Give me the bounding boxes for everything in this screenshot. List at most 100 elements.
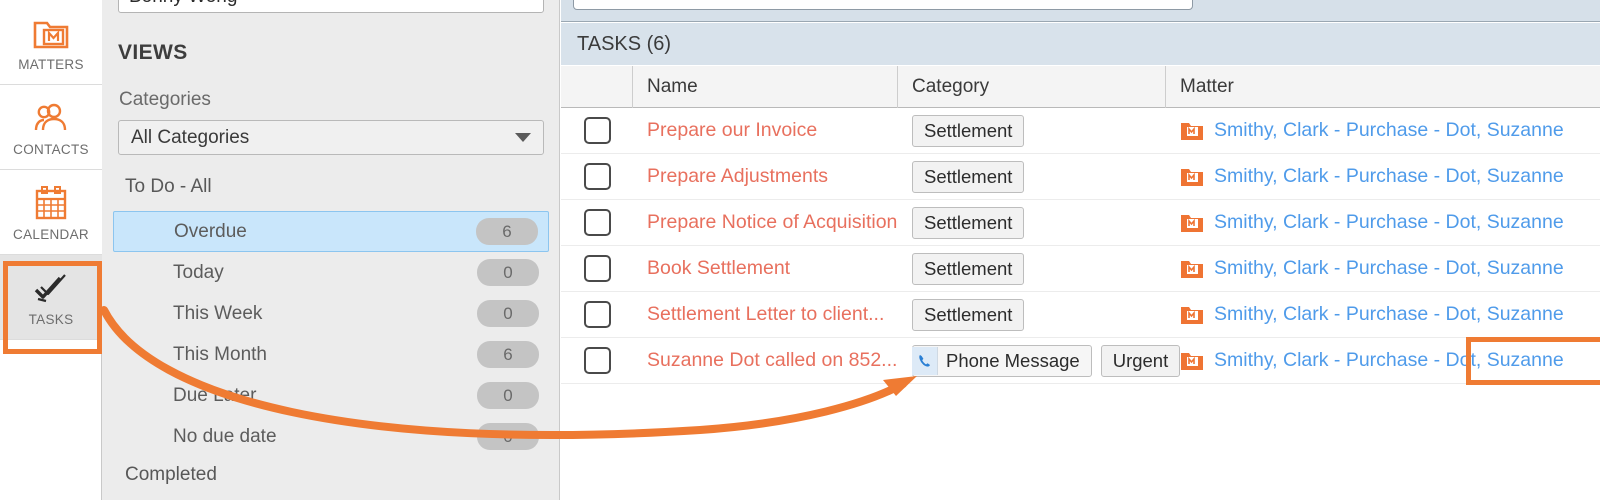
table-row[interactable]: Prepare Adjustments Settlement Smithy, C… bbox=[561, 154, 1600, 200]
phone-icon bbox=[912, 346, 938, 375]
matter-folder-icon bbox=[1181, 352, 1203, 370]
task-name-link[interactable]: Prepare our Invoice bbox=[647, 119, 817, 142]
table-row[interactable]: Prepare Notice of Acquisition Settlement… bbox=[561, 200, 1600, 246]
column-header-select[interactable] bbox=[561, 65, 633, 108]
view-item-label: Due Later bbox=[173, 384, 257, 406]
view-item-due-later[interactable]: Due Later 0 bbox=[113, 375, 549, 416]
category-badge[interactable]: Settlement bbox=[912, 298, 1025, 331]
row-category-cell: Settlement bbox=[898, 154, 1166, 200]
view-item-today[interactable]: Today 0 bbox=[113, 252, 549, 293]
matter-link[interactable]: Smithy, Clark - Purchase - Dot, Suzanne bbox=[1214, 119, 1564, 142]
row-select-cell bbox=[561, 154, 633, 200]
row-select-cell bbox=[561, 108, 633, 154]
category-badge[interactable]: Settlement bbox=[912, 160, 1025, 193]
row-matter-cell: Smithy, Clark - Purchase - Dot, Suzanne bbox=[1166, 246, 1600, 292]
row-name-cell: Settlement Letter to client... bbox=[633, 292, 898, 338]
row-checkbox[interactable] bbox=[583, 117, 611, 144]
task-name-link[interactable]: Prepare Notice of Acquisition bbox=[647, 211, 897, 234]
row-checkbox[interactable] bbox=[583, 255, 611, 282]
matters-folder-icon bbox=[33, 21, 69, 48]
rail-item-label: TASKS bbox=[28, 311, 74, 327]
chevron-down-icon: ▼ bbox=[522, 0, 533, 3]
table-row[interactable]: Prepare our Invoice Settlement Smithy, C… bbox=[561, 108, 1600, 154]
column-header-matter[interactable]: Matter bbox=[1166, 66, 1600, 108]
view-item-overdue[interactable]: Overdue 6 bbox=[113, 211, 549, 252]
task-name-link[interactable]: Prepare Adjustments bbox=[647, 165, 828, 188]
row-select-cell bbox=[561, 338, 633, 384]
row-category-cell: Settlement bbox=[898, 292, 1166, 338]
matter-link[interactable]: Smithy, Clark - Purchase - Dot, Suzanne bbox=[1214, 165, 1564, 188]
tasks-top-strip bbox=[561, 0, 1600, 22]
row-name-cell: Prepare our Invoice bbox=[633, 108, 898, 154]
rail-item-calendar[interactable]: CALENDAR bbox=[0, 170, 102, 255]
task-name-link[interactable]: Suzanne Dot called on 852... bbox=[647, 349, 897, 372]
completed-group-header: Completed bbox=[125, 464, 217, 485]
rail-item-contacts[interactable]: CONTACTS bbox=[0, 85, 102, 170]
views-list: Overdue 6 Today 0 This Week 0 This Month… bbox=[102, 211, 560, 457]
row-checkbox[interactable] bbox=[583, 347, 611, 374]
row-category-cell: Settlement bbox=[898, 200, 1166, 246]
category-badge[interactable]: Settlement bbox=[912, 114, 1025, 147]
column-header-category[interactable]: Category bbox=[898, 65, 1166, 108]
contacts-people-icon bbox=[34, 103, 67, 130]
view-item-no-due-date[interactable]: No due date 0 bbox=[113, 416, 549, 457]
row-category-cell: Phone Message Urgent bbox=[898, 338, 1181, 384]
view-item-count: 0 bbox=[477, 300, 539, 327]
table-row[interactable]: Book Settlement Settlement Smithy, Clark… bbox=[561, 246, 1600, 292]
categories-label: Categories bbox=[119, 89, 211, 110]
rail-item-label: MATTERS bbox=[18, 56, 84, 72]
row-checkbox[interactable] bbox=[583, 301, 611, 328]
rail-item-matters[interactable]: MATTERS bbox=[0, 0, 102, 85]
row-name-cell: Prepare Adjustments bbox=[633, 154, 898, 200]
view-item-label: This Month bbox=[173, 343, 267, 365]
view-item-label: No due date bbox=[173, 425, 277, 447]
view-item-this-month[interactable]: This Month 6 bbox=[113, 334, 549, 375]
row-matter-cell: Smithy, Clark - Purchase - Dot, Suzanne bbox=[1166, 108, 1600, 154]
user-select-dropdown[interactable]: Bonny Wong ▼ bbox=[118, 0, 544, 13]
phone-message-badge[interactable]: Phone Message bbox=[912, 344, 1092, 377]
view-item-label: Overdue bbox=[174, 220, 247, 242]
view-item-label: This Week bbox=[173, 302, 263, 324]
view-item-count: 6 bbox=[476, 218, 538, 245]
row-select-cell bbox=[561, 246, 633, 292]
view-item-label: Today bbox=[173, 261, 224, 283]
tasks-panel: TASKS (6) Name Category Matter Prepare o… bbox=[561, 0, 1600, 500]
view-item-count: 0 bbox=[477, 423, 539, 450]
user-select-value: Bonny Wong bbox=[129, 0, 237, 8]
tasks-search-input[interactable] bbox=[573, 0, 1193, 10]
row-matter-cell: Smithy, Clark - Purchase - Dot, Suzanne bbox=[1166, 338, 1600, 384]
matter-folder-icon bbox=[1181, 214, 1203, 232]
matter-link[interactable]: Smithy, Clark - Purchase - Dot, Suzanne bbox=[1214, 257, 1564, 280]
row-matter-cell: Smithy, Clark - Purchase - Dot, Suzanne bbox=[1166, 154, 1600, 200]
matter-folder-icon bbox=[1181, 122, 1203, 140]
task-name-link[interactable]: Settlement Letter to client... bbox=[647, 303, 884, 326]
phone-message-badge-label: Phone Message bbox=[946, 349, 1080, 371]
matter-link[interactable]: Smithy, Clark - Purchase - Dot, Suzanne bbox=[1214, 349, 1564, 372]
row-checkbox[interactable] bbox=[583, 209, 611, 236]
tasks-header-bar: TASKS (6) bbox=[561, 23, 1600, 65]
row-name-cell: Book Settlement bbox=[633, 246, 898, 292]
matter-link[interactable]: Smithy, Clark - Purchase - Dot, Suzanne bbox=[1214, 211, 1564, 234]
todo-group-header: To Do - All bbox=[125, 176, 212, 197]
matter-link[interactable]: Smithy, Clark - Purchase - Dot, Suzanne bbox=[1214, 303, 1564, 326]
category-badge[interactable]: Settlement bbox=[912, 206, 1025, 239]
column-header-name[interactable]: Name bbox=[633, 65, 898, 108]
categories-select-value: All Categories bbox=[131, 126, 250, 148]
row-select-cell bbox=[561, 200, 633, 246]
view-item-count: 0 bbox=[477, 259, 539, 286]
task-name-link[interactable]: Book Settlement bbox=[647, 257, 790, 280]
views-panel: Bonny Wong ▼ VIEWS Categories All Catego… bbox=[102, 0, 560, 500]
matter-folder-icon bbox=[1181, 306, 1203, 324]
view-item-count: 6 bbox=[477, 341, 539, 368]
table-row[interactable]: Suzanne Dot called on 852... Phone Messa… bbox=[561, 338, 1600, 384]
row-category-cell: Settlement bbox=[898, 108, 1166, 154]
category-badge[interactable]: Settlement bbox=[912, 252, 1025, 285]
row-checkbox[interactable] bbox=[583, 163, 611, 190]
table-row[interactable]: Settlement Letter to client... Settlemen… bbox=[561, 292, 1600, 338]
row-select-cell bbox=[561, 292, 633, 338]
view-item-this-week[interactable]: This Week 0 bbox=[113, 293, 549, 334]
categories-select[interactable]: All Categories bbox=[118, 120, 544, 155]
rail-item-tasks[interactable]: TASKS bbox=[0, 255, 102, 340]
row-category-cell: Settlement bbox=[898, 246, 1166, 292]
left-icon-rail: MATTERS CONTACTS CALENDAR TASKS bbox=[0, 0, 102, 500]
